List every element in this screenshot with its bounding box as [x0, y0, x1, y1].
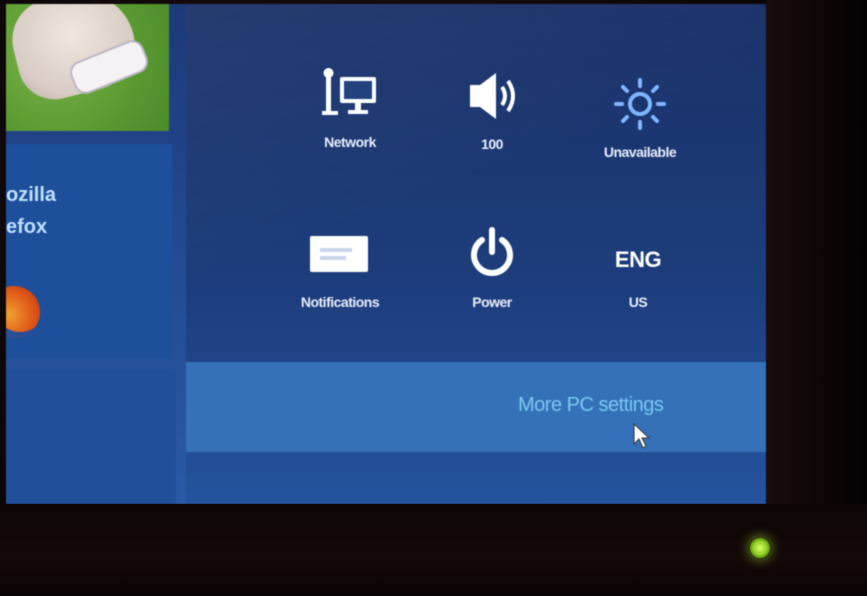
monitor-frame-right	[766, 0, 867, 504]
settings-pane: Network 100 Unavailable Notifications Po…	[186, 4, 766, 504]
quick-setting-volume[interactable]: 100	[422, 66, 562, 152]
quick-setting-power[interactable]: Power	[422, 224, 562, 310]
quick-setting-notifications[interactable]: Notifications	[270, 224, 410, 310]
notifications-label: Notifications	[300, 294, 380, 310]
firefox-logo-icon	[6, 286, 40, 338]
language-region-label: US	[628, 294, 648, 310]
more-pc-settings-link[interactable]: More PC settings	[518, 394, 664, 417]
more-pc-settings-bar[interactable]: More PC settings	[186, 362, 766, 452]
quick-setting-brightness[interactable]: Unavailable	[570, 74, 710, 160]
power-label: Power	[472, 294, 512, 310]
quick-setting-keyboard-language[interactable]: ENG US	[568, 230, 708, 310]
power-led-icon	[750, 538, 770, 558]
quick-setting-network[interactable]: Network	[280, 64, 420, 150]
brightness-icon	[570, 74, 710, 134]
network-icon	[280, 64, 420, 124]
monitor-bottom-bezel	[0, 504, 867, 596]
network-label: Network	[324, 134, 376, 150]
start-tile-firefox[interactable]: ozilla efox	[6, 144, 172, 359]
brightness-label: Unavailable	[603, 144, 677, 160]
screen: ozilla efox Network 100 Unavailable Noti…	[6, 4, 766, 504]
keyboard-language-icon: ENG	[568, 230, 708, 290]
volume-icon	[422, 66, 562, 126]
mouse-cursor-icon	[633, 422, 651, 449]
power-icon	[422, 224, 562, 284]
notifications-icon	[270, 224, 410, 284]
start-tile-photo[interactable]	[6, 4, 169, 131]
start-tile-empty[interactable]	[6, 369, 176, 504]
volume-label: 100	[481, 136, 503, 152]
firefox-tile-label: ozilla efox	[6, 184, 57, 238]
language-code-text: ENG	[614, 247, 662, 272]
